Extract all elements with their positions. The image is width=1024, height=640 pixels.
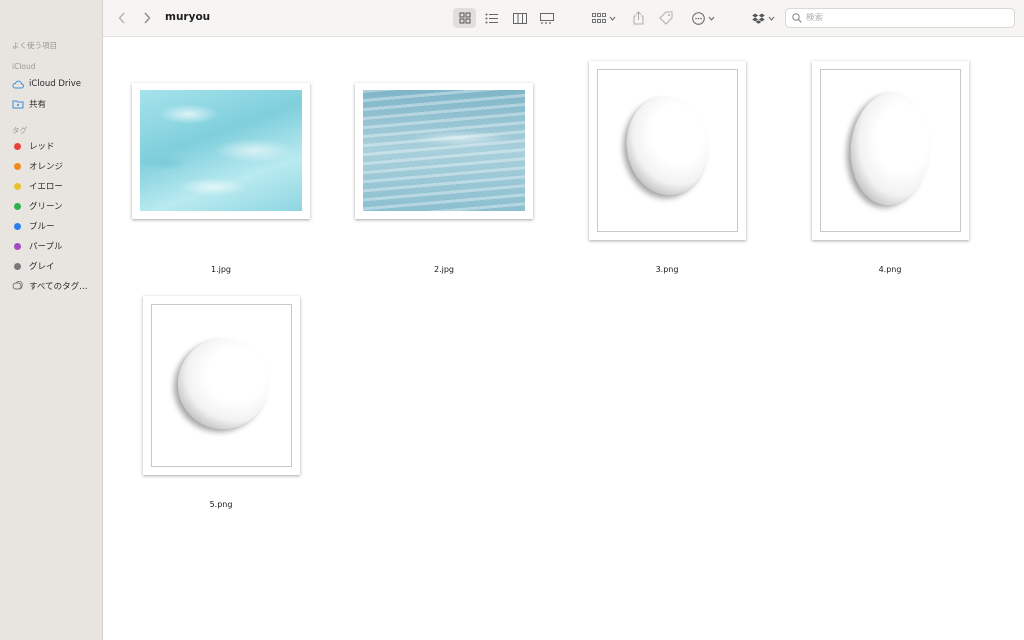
tag-label: グレイ — [29, 262, 55, 272]
search-input[interactable] — [806, 13, 1006, 23]
red-dot-icon — [14, 142, 21, 150]
sidebar-all-tags[interactable]: すべてのタグ… — [12, 278, 98, 294]
search-field[interactable] — [785, 8, 1015, 28]
sidebar-item-shared[interactable]: 共有 — [12, 96, 98, 112]
sidebar: よく使う項目 iCloud iCloud Drive 共有 タグ レッド オレン… — [0, 0, 103, 640]
more-actions-button[interactable] — [688, 8, 718, 28]
water-image — [363, 90, 525, 211]
embossed-circle — [178, 339, 268, 429]
icloud-heading: iCloud — [12, 62, 36, 71]
window-title: muryou — [165, 11, 211, 23]
dropbox-button[interactable] — [749, 8, 777, 28]
tag-label: グリーン — [29, 202, 63, 212]
sidebar-tag-red[interactable]: レッド — [12, 138, 98, 154]
file-name-3[interactable]: 3.png — [617, 265, 717, 274]
file-thumbnail-2[interactable] — [355, 83, 533, 219]
tag-label: ブルー — [29, 222, 55, 232]
tags-heading: タグ — [12, 126, 27, 135]
column-view-button[interactable] — [508, 8, 531, 28]
chevron-down-icon — [708, 16, 714, 21]
sidebar-tag-orange[interactable]: オレンジ — [12, 158, 98, 174]
purple-dot-icon — [14, 242, 21, 250]
forward-button[interactable] — [138, 8, 156, 28]
file-thumbnail-5[interactable] — [143, 296, 300, 475]
green-dot-icon — [14, 202, 21, 210]
sidebar-tag-blue[interactable]: ブルー — [12, 218, 98, 234]
gray-dot-icon — [14, 262, 21, 270]
sidebar-item-icloud-drive[interactable]: iCloud Drive — [12, 76, 98, 92]
tag-button[interactable] — [655, 8, 677, 28]
group-icon — [592, 12, 606, 23]
chevron-down-icon — [609, 16, 616, 21]
sidebar-item-label: 共有 — [29, 100, 47, 110]
sidebar-tag-yellow[interactable]: イエロー — [12, 178, 98, 194]
chevron-left-icon — [118, 12, 125, 24]
cloud-icon — [12, 78, 24, 90]
sidebar-tag-green[interactable]: グリーン — [12, 198, 98, 214]
column-view-icon — [512, 12, 527, 24]
ellipsis-circle-icon — [691, 11, 705, 25]
share-icon — [633, 11, 643, 25]
gallery-view-button[interactable] — [535, 8, 558, 28]
toolbar: muryou — [103, 0, 1024, 37]
chevron-down-icon — [768, 16, 774, 21]
tag-label: レッド — [29, 142, 55, 152]
favorites-heading: よく使う項目 — [12, 41, 57, 50]
tag-icon — [659, 11, 673, 25]
gallery-view-icon — [539, 12, 554, 24]
file-thumbnail-1[interactable] — [132, 83, 310, 219]
share-button[interactable] — [628, 8, 648, 28]
file-name-1[interactable]: 1.jpg — [171, 265, 271, 274]
tag-label: イエロー — [29, 182, 63, 192]
sidebar-item-label: すべてのタグ… — [29, 282, 88, 292]
back-button[interactable] — [113, 8, 131, 28]
icon-view-icon — [459, 12, 470, 24]
sidebar-tag-purple[interactable]: パープル — [12, 238, 98, 254]
file-name-2[interactable]: 2.jpg — [394, 265, 494, 274]
list-view-button[interactable] — [480, 8, 503, 28]
sidebar-tag-gray[interactable]: グレイ — [12, 258, 98, 274]
file-name-4[interactable]: 4.png — [840, 265, 940, 274]
tag-label: パープル — [29, 242, 63, 252]
shared-folder-icon — [12, 98, 24, 110]
file-thumbnail-3[interactable] — [589, 61, 746, 240]
blue-dot-icon — [14, 222, 21, 230]
search-icon — [792, 13, 802, 23]
list-view-icon — [485, 13, 498, 23]
chevron-right-icon — [144, 12, 151, 24]
tags-icon — [12, 280, 24, 292]
file-name-5[interactable]: 5.png — [171, 500, 271, 509]
group-button[interactable] — [589, 8, 619, 28]
orange-dot-icon — [14, 162, 21, 170]
dropbox-icon — [751, 13, 765, 24]
sidebar-item-label: iCloud Drive — [29, 79, 82, 89]
water-image — [140, 90, 302, 211]
icon-view-button[interactable] — [453, 8, 476, 28]
yellow-dot-icon — [14, 182, 21, 190]
file-thumbnail-4[interactable] — [812, 61, 969, 240]
tag-label: オレンジ — [29, 162, 64, 172]
